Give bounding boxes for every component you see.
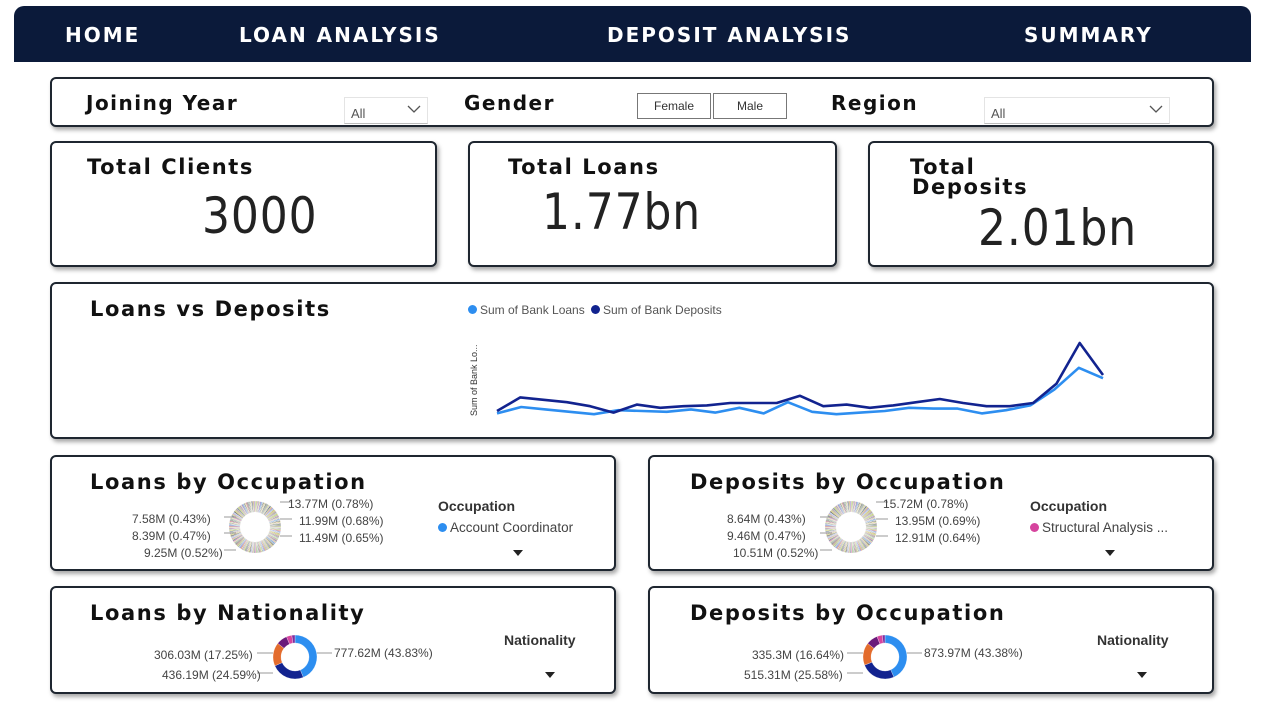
region-dropdown[interactable]: All xyxy=(984,97,1170,124)
legend-scroll-down-icon[interactable] xyxy=(1105,550,1115,556)
kpi-value: 2.01bn xyxy=(978,199,1138,257)
loans-by-occupation-card: Loans by Occupation 7.58M (0.43%) 8.39M … xyxy=(50,455,616,571)
data-label: 9.25M (0.52%) xyxy=(144,546,223,560)
data-label: 8.64M (0.43%) xyxy=(727,512,806,526)
data-label: 7.58M (0.43%) xyxy=(132,512,211,526)
legend-dot-icon xyxy=(438,523,447,532)
series-line-loans[interactable] xyxy=(496,366,1104,416)
kpi-total-deposits: Total Deposits 2.01bn xyxy=(868,141,1214,267)
data-label: 873.97M (43.38%) xyxy=(924,646,1023,660)
legend-loans[interactable]: Sum of Bank Loans xyxy=(468,303,585,317)
deposits-by-nationality-card: Deposits by Occupation 335.3M (16.64%) 5… xyxy=(648,586,1214,694)
legend-entry-label: Account Coordinator xyxy=(450,520,574,535)
legend-entry-label: Structural Analysis ... xyxy=(1042,520,1169,535)
data-label: 10.51M (0.52%) xyxy=(733,546,819,560)
legend-scroll-down-icon[interactable] xyxy=(545,672,555,678)
deposits-by-occupation-card: Deposits by Occupation 8.64M (0.43%) 9.4… xyxy=(648,455,1214,571)
data-label: 515.31M (25.58%) xyxy=(744,668,843,682)
kpi-label: Total Loans xyxy=(508,155,660,179)
legend-entry[interactable]: Structural Analysis ... xyxy=(1030,520,1168,535)
top-nav-bar: HOME LOAN ANALYSIS DEPOSIT ANALYSIS SUMM… xyxy=(14,6,1251,62)
legend-dot-icon xyxy=(468,305,477,314)
data-label: 335.3M (16.64%) xyxy=(752,648,845,662)
nav-deposit-analysis[interactable]: DEPOSIT ANALYSIS xyxy=(607,23,851,47)
chart-title: Loans by Nationality xyxy=(90,601,366,625)
gender-female-option[interactable]: Female xyxy=(637,93,711,119)
legend-title: Occupation xyxy=(438,498,516,514)
chart-title: Loans by Occupation xyxy=(90,470,367,494)
series-line-deposits[interactable] xyxy=(496,341,1105,414)
kpi-total-loans: Total Loans 1.77bn xyxy=(468,141,837,267)
leader-lines xyxy=(847,652,922,674)
legend-dot-icon xyxy=(591,305,600,314)
data-label: 12.91M (0.64%) xyxy=(895,531,981,545)
data-label: 13.95M (0.69%) xyxy=(895,514,981,528)
kpi-value: 1.77bn xyxy=(542,183,702,241)
data-label: 777.62M (43.83%) xyxy=(334,646,433,660)
y-axis-label: Sum of Bank Lo... xyxy=(469,344,479,416)
filter-bar: Joining Year All Gender Female Male Regi… xyxy=(50,77,1214,127)
legend-title: Nationality xyxy=(1097,632,1169,648)
legend-title: Occupation xyxy=(1030,498,1108,514)
kpi-total-clients: Total Clients 3000 xyxy=(50,141,437,267)
chart-title: Deposits by Occupation xyxy=(690,470,1006,494)
data-label: 15.72M (0.78%) xyxy=(883,497,969,511)
region-value: All xyxy=(991,106,1006,121)
legend-scroll-down-icon[interactable] xyxy=(1137,672,1147,678)
data-label: 8.39M (0.47%) xyxy=(132,529,211,543)
line-chart-plot[interactable] xyxy=(492,330,1108,430)
data-label: 436.19M (24.59%) xyxy=(162,668,261,682)
legend-scroll-down-icon[interactable] xyxy=(513,550,523,556)
legend-deposits-label: Sum of Bank Deposits xyxy=(603,303,722,317)
data-label: 11.99M (0.68%) xyxy=(299,514,384,528)
kpi-value: 3000 xyxy=(202,187,318,245)
kpi-label: Total Clients xyxy=(87,155,255,179)
joining-year-dropdown[interactable]: All xyxy=(344,97,428,124)
loans-by-nationality-card: Loans by Nationality 306.03M (17.25%) 43… xyxy=(50,586,616,694)
legend-title: Nationality xyxy=(504,632,576,648)
data-label: 9.46M (0.47%) xyxy=(727,529,806,543)
nav-loan-analysis[interactable]: LOAN ANALYSIS xyxy=(239,23,441,47)
leader-lines xyxy=(257,652,332,674)
data-label: 13.77M (0.78%) xyxy=(288,497,374,511)
joining-year-label: Joining Year xyxy=(86,91,239,115)
nav-summary[interactable]: SUMMARY xyxy=(1024,23,1153,47)
chevron-down-icon xyxy=(1149,105,1163,113)
chart-title: Loans vs Deposits xyxy=(90,297,331,321)
region-label: Region xyxy=(831,91,919,115)
legend-deposits[interactable]: Sum of Bank Deposits xyxy=(591,303,722,317)
legend-entry[interactable]: Account Coordinator xyxy=(438,520,573,535)
data-label: 306.03M (17.25%) xyxy=(154,648,253,662)
nav-home[interactable]: HOME xyxy=(65,23,140,47)
chart-title: Deposits by Occupation xyxy=(690,601,1006,625)
gender-label: Gender xyxy=(464,91,555,115)
gender-male-option[interactable]: Male xyxy=(713,93,787,119)
legend-loans-label: Sum of Bank Loans xyxy=(480,303,585,317)
data-label: 11.49M (0.65%) xyxy=(299,531,384,545)
chevron-down-icon xyxy=(407,105,421,113)
kpi-label: Deposits xyxy=(912,175,1029,199)
joining-year-value: All xyxy=(351,106,366,121)
loans-vs-deposits-card: Loans vs Deposits Sum of Bank Loans Sum … xyxy=(50,282,1214,439)
legend-dot-icon xyxy=(1030,523,1039,532)
